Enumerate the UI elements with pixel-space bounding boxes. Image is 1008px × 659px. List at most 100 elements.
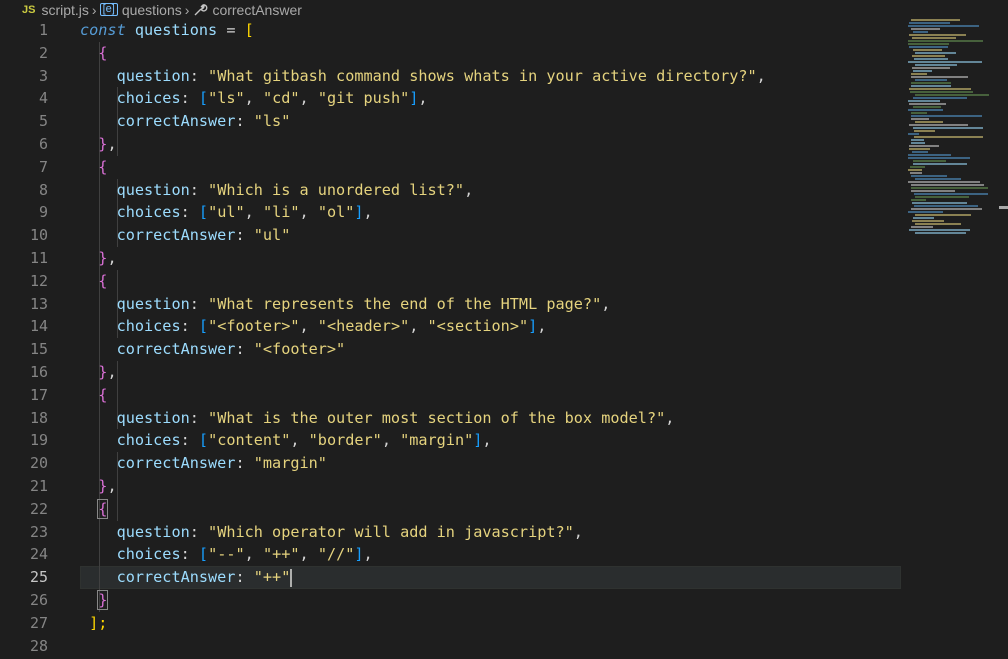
code-line[interactable]: 26 } — [0, 589, 1008, 612]
code-line[interactable]: 21 }, — [0, 475, 1008, 498]
comma: , — [290, 431, 309, 450]
line-number: 10 — [29, 226, 48, 245]
comma: , — [756, 66, 766, 85]
string-literal: "cd" — [262, 89, 300, 108]
minimap-line — [908, 154, 951, 156]
code-line[interactable]: 18 question: "What is the outer most sec… — [0, 407, 1008, 430]
code-line[interactable]: 27 ]; — [0, 612, 1008, 635]
minimap-line — [911, 73, 927, 75]
minimap-line — [914, 205, 978, 207]
code-text: { — [80, 42, 107, 65]
line-number: 21 — [29, 477, 48, 495]
line-number: 17 — [29, 385, 48, 404]
code-line[interactable]: 7 { — [0, 156, 1008, 179]
code-text: question: "What is the outer most sectio… — [80, 407, 675, 430]
code-text: choices: ["--", "++", "//"], — [80, 543, 373, 566]
line-number: 11 — [29, 249, 48, 267]
code-line[interactable]: 11 }, — [0, 247, 1008, 270]
code-text: choices: ["content", "border", "margin"]… — [80, 429, 492, 452]
comma: , — [244, 89, 263, 108]
code-text: question: "Which is a unordered list?", — [80, 179, 474, 202]
minimap[interactable] — [906, 19, 1001, 239]
code-line[interactable]: 9 choices: ["ul", "li", "ol"], — [0, 201, 1008, 224]
string-literal: "ls" — [208, 89, 245, 108]
code-line[interactable]: 19 choices: ["content", "border", "margi… — [0, 429, 1008, 452]
code-line[interactable]: 6 }, — [0, 133, 1008, 156]
minimap-line — [908, 211, 943, 213]
code-line[interactable]: 5 correctAnswer: "ls" — [0, 110, 1008, 133]
comma: , — [601, 294, 611, 313]
string-literal: "<footer>" — [253, 340, 346, 359]
minimap-line — [914, 136, 983, 138]
code-line[interactable]: 13 question: "What represents the end of… — [0, 293, 1008, 316]
bracket: ] — [528, 317, 538, 336]
minimap-line — [913, 163, 967, 165]
code-line[interactable]: 12 { — [0, 270, 1008, 293]
code-text: correctAnswer: "++" — [80, 566, 293, 589]
string-literal: "++" — [253, 568, 291, 587]
minimap-line — [912, 55, 945, 57]
code-line[interactable]: 16 }, — [0, 361, 1008, 384]
code-text: choices: ["<footer>", "<header>", "<sect… — [80, 315, 547, 338]
code-text: ]; — [80, 612, 107, 635]
code-line[interactable]: 20 correctAnswer: "margin" — [0, 452, 1008, 475]
code-editor[interactable]: 1 const questions = [2 {3 question: "What… — [0, 19, 1008, 659]
colon: : — [189, 66, 199, 85]
minimap-line — [913, 127, 983, 129]
property-key: correctAnswer — [116, 340, 236, 359]
scrollbar-position-marker[interactable] — [999, 206, 1008, 209]
comma: , — [299, 203, 318, 222]
minimap-line — [915, 121, 943, 123]
minimap-line — [911, 142, 925, 144]
property-key: correctAnswer — [116, 226, 236, 245]
minimap-line — [911, 208, 982, 210]
code-line[interactable]: 4 choices: ["ls", "cd", "git push"], — [0, 87, 1008, 110]
line-number: 3 — [38, 66, 48, 85]
code-line[interactable]: 14 choices: ["<footer>", "<header>", "<s… — [0, 315, 1008, 338]
code-line[interactable]: 22 { — [0, 498, 1008, 521]
property-key: choices — [116, 545, 181, 564]
code-line[interactable]: 8 question: "Which is a unordered list?"… — [0, 179, 1008, 202]
bracket: [ — [198, 317, 209, 336]
minimap-line — [913, 49, 942, 51]
string-literal: "<footer>" — [208, 317, 300, 336]
line-number: 16 — [29, 363, 48, 381]
string-literal: "Which is a unordered list?" — [208, 180, 465, 199]
code-line[interactable]: 10 correctAnswer: "ul" — [0, 224, 1008, 247]
breadcrumb-symbol-questions[interactable]: [e] questions — [99, 2, 182, 18]
colon: : — [180, 203, 190, 222]
code-line[interactable]: 24 choices: ["--", "++", "//"], — [0, 543, 1008, 566]
minimap-line — [915, 52, 956, 54]
property-key: choices — [116, 317, 181, 336]
breadcrumb-file[interactable]: JS script.js — [0, 2, 89, 18]
comma: , — [299, 89, 318, 108]
minimap-line — [911, 175, 947, 177]
code-line[interactable]: 17 { — [0, 384, 1008, 407]
colon: : — [235, 340, 245, 359]
code-line[interactable]: 25 correctAnswer: "++" — [0, 566, 1008, 589]
line-number: 13 — [29, 294, 48, 313]
bracket: ] — [354, 203, 364, 222]
minimap-line — [911, 184, 984, 186]
bracket: ]; — [89, 613, 108, 632]
code-line[interactable]: 1 const questions = [ — [0, 19, 1008, 42]
comma: , — [381, 431, 401, 450]
code-line[interactable]: 28 — [0, 635, 1008, 658]
bracket: [ — [198, 545, 209, 564]
property-key: choices — [116, 203, 181, 222]
code-line[interactable]: 15 correctAnswer: "<footer>" — [0, 338, 1008, 361]
comma: , — [299, 317, 318, 336]
minimap-line — [911, 187, 988, 189]
minimap-line — [915, 223, 961, 225]
minimap-line — [908, 181, 980, 183]
minimap-line — [908, 25, 979, 27]
minimap-line — [908, 157, 970, 159]
property-key: question — [116, 66, 190, 85]
line-number: 2 — [38, 43, 48, 62]
breadcrumb-symbol-correctanswer[interactable]: correctAnswer — [192, 2, 302, 18]
code-line[interactable]: 3 question: "What gitbash command shows … — [0, 65, 1008, 88]
code-line[interactable]: 2 { — [0, 42, 1008, 65]
code-text: }, — [80, 361, 116, 384]
bracket: [ — [198, 203, 209, 222]
code-line[interactable]: 23 question: "Which operator will add in… — [0, 521, 1008, 544]
